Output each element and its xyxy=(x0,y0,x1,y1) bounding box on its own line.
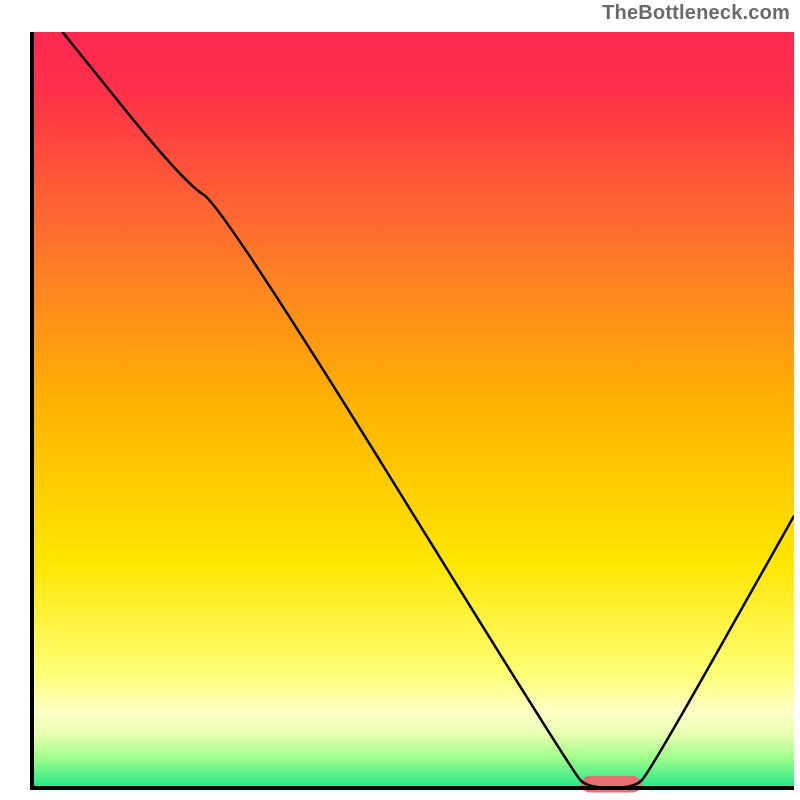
bottleneck-chart xyxy=(0,0,800,800)
plot-background xyxy=(32,32,794,788)
chart-container: TheBottleneck.com xyxy=(0,0,800,800)
